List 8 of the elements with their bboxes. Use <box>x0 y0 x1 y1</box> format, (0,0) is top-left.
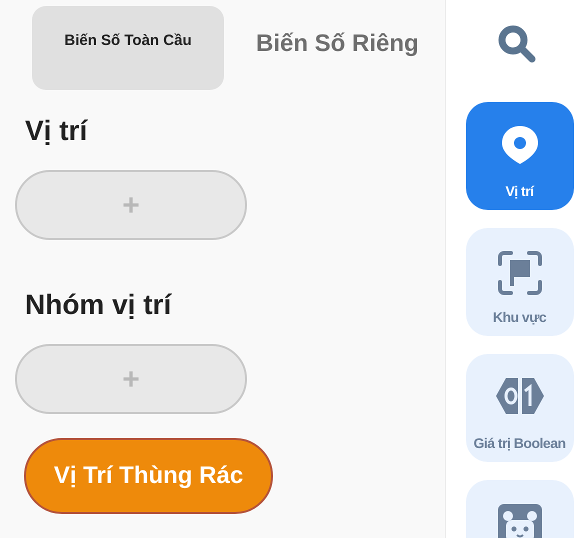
variable-tab[interactable]: Biến Số Toàn Cầu <box>32 6 224 90</box>
category-button[interactable]: Vị trí <box>466 102 574 210</box>
variable-tab[interactable]: Biến Số Riêng <box>244 6 431 82</box>
category-button[interactable]: Giá trị Boolean <box>466 354 574 462</box>
section-title: Vị trí <box>25 114 89 148</box>
section-title: Nhóm vị trí <box>25 288 173 322</box>
trash-location-button[interactable]: Vị Trí Thùng Rác <box>24 438 273 514</box>
category-button[interactable]: Khu vực <box>466 228 574 336</box>
